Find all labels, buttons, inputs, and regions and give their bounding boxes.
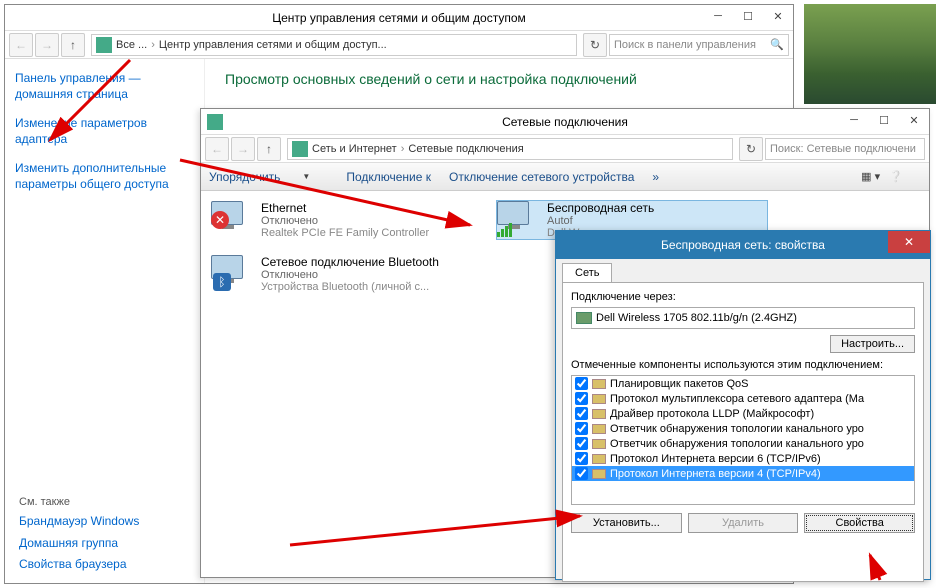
control-panel-icon: [96, 37, 112, 53]
network-folder-icon: [292, 141, 308, 157]
view-options[interactable]: ▦ ▾ ❔: [861, 170, 903, 183]
minimize-button[interactable]: ─: [703, 5, 733, 27]
command-bar: Упорядочить▼ Подключение к Отключение се…: [201, 163, 929, 191]
forward-button[interactable]: →: [35, 33, 59, 57]
component-qos[interactable]: Планировщик пакетов QoS: [572, 376, 914, 391]
sidebar-advanced-sharing[interactable]: Изменить дополнительные параметры общего…: [15, 161, 194, 192]
close-button[interactable]: ✕: [888, 231, 930, 253]
adapter-field: Dell Wireless 1705 802.11b/g/n (2.4GHZ): [571, 307, 915, 329]
breadcrumb[interactable]: Все ... › Центр управления сетями и общи…: [91, 34, 577, 56]
forward-button[interactable]: →: [231, 137, 255, 161]
search-input[interactable]: Поиск в панели управления 🔍: [609, 34, 789, 56]
component-topo2[interactable]: Ответчик обнаружения топологии канальног…: [572, 436, 914, 451]
connection-ethernet[interactable]: ✕ Ethernet Отключено Realtek PCIe FE Fam…: [211, 201, 481, 239]
refresh-button[interactable]: ↻: [583, 33, 607, 57]
win1-title-text: Центр управления сетями и общим доступом: [272, 11, 526, 25]
more-menu[interactable]: »: [652, 170, 659, 184]
breadcrumb2[interactable]: Сеть и Интернет › Сетевые подключения: [287, 138, 733, 160]
component-topo1[interactable]: Ответчик обнаружения топологии канальног…: [572, 421, 914, 436]
sidebar-firewall[interactable]: Брандмауэр Windows: [19, 514, 139, 530]
properties-button[interactable]: Свойства: [804, 513, 915, 533]
protocol-icon: [592, 409, 606, 419]
connect-via-label: Подключение через:: [571, 291, 915, 303]
connection-bluetooth[interactable]: ᛒ Сетевое подключение Bluetooth Отключен…: [211, 255, 481, 293]
protocol-icon: [592, 439, 606, 449]
see-also-title: См. также: [19, 496, 70, 508]
win3-titlebar[interactable]: Беспроводная сеть: свойства ✕: [556, 231, 930, 259]
maximize-button[interactable]: ☐: [733, 5, 763, 27]
component-ipv6[interactable]: Протокол Интернета версии 6 (TCP/IPv6): [572, 451, 914, 466]
win1-titlebar[interactable]: Центр управления сетями и общим доступом…: [5, 5, 793, 31]
up-button[interactable]: ↑: [257, 137, 281, 161]
install-button[interactable]: Установить...: [571, 513, 682, 533]
components-list[interactable]: Планировщик пакетов QoS Протокол мультип…: [571, 375, 915, 505]
bluetooth-icon: ᛒ: [213, 273, 231, 291]
search-icon: 🔍: [770, 38, 784, 51]
component-lldp[interactable]: Драйвер протокола LLDP (Майкрософт): [572, 406, 914, 421]
page-heading: Просмотр основных сведений о сети и наст…: [205, 59, 657, 99]
sidebar-home[interactable]: Панель управления — домашняя страница: [15, 71, 194, 102]
adapter-icon: [576, 312, 592, 324]
refresh-button[interactable]: ↻: [739, 137, 763, 161]
disconnect-menu[interactable]: Отключение сетевого устройства: [449, 170, 634, 184]
connect-to-menu[interactable]: Подключение к: [346, 170, 431, 184]
tab-network[interactable]: Сеть: [562, 263, 612, 282]
wifi-signal-icon: [497, 223, 512, 237]
network-icon: [207, 114, 223, 130]
properties-dialog: Беспроводная сеть: свойства ✕ Сеть Подкл…: [555, 230, 931, 580]
protocol-icon: [592, 469, 606, 479]
sidebar-adapter-settings[interactable]: Изменение параметров адаптера: [15, 116, 194, 147]
sidebar-homegroup[interactable]: Домашняя группа: [19, 536, 139, 552]
close-button[interactable]: ✕: [899, 109, 929, 131]
close-button[interactable]: ✕: [763, 5, 793, 27]
up-button[interactable]: ↑: [61, 33, 85, 57]
component-ipv4[interactable]: Протокол Интернета версии 4 (TCP/IPv4): [572, 466, 914, 481]
back-button[interactable]: ←: [205, 137, 229, 161]
sidebar-browser[interactable]: Свойства браузера: [19, 557, 139, 573]
remove-button[interactable]: Удалить: [688, 513, 799, 533]
desktop-wallpaper: [804, 4, 936, 104]
win1-toolbar: ← → ↑ Все ... › Центр управления сетями …: [5, 31, 793, 59]
protocol-icon: [592, 424, 606, 434]
minimize-button[interactable]: ─: [839, 109, 869, 131]
protocol-icon: [592, 379, 606, 389]
win2-titlebar[interactable]: Сетевые подключения ─ ☐ ✕: [201, 109, 929, 135]
organize-menu[interactable]: Упорядочить▼: [209, 170, 328, 184]
back-button[interactable]: ←: [9, 33, 33, 57]
configure-button[interactable]: Настроить...: [830, 335, 915, 353]
component-mux[interactable]: Протокол мультиплексора сетевого адаптер…: [572, 391, 914, 406]
components-label: Отмеченные компоненты используются этим …: [571, 359, 915, 371]
disconnected-icon: ✕: [211, 211, 229, 229]
protocol-icon: [592, 394, 606, 404]
protocol-icon: [592, 454, 606, 464]
maximize-button[interactable]: ☐: [869, 109, 899, 131]
sidebar: Панель управления — домашняя страница Из…: [5, 59, 205, 583]
search-input[interactable]: Поиск: Сетевые подключени: [765, 138, 925, 160]
